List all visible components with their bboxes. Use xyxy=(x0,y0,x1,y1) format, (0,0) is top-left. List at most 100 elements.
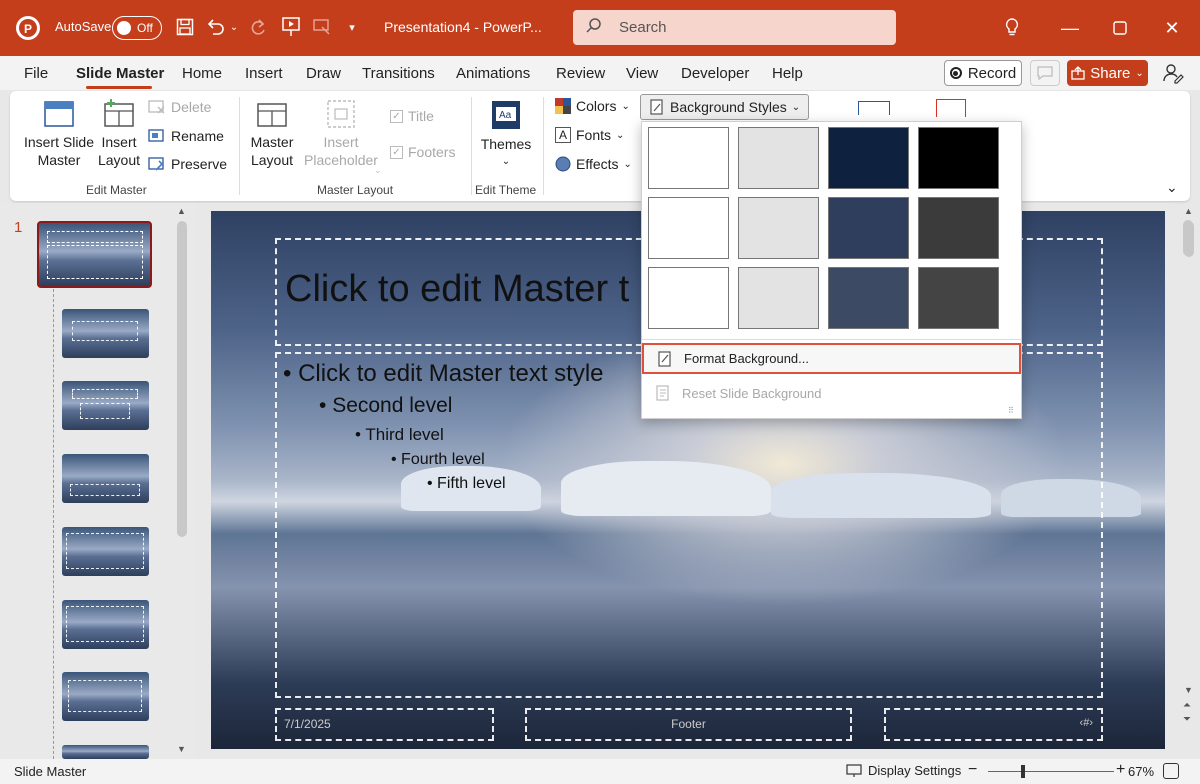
tab-view[interactable]: View xyxy=(626,65,658,82)
scroll-up-icon[interactable]: ▲ xyxy=(1184,206,1193,216)
scroll-down-icon[interactable]: ▼ xyxy=(177,744,186,754)
zoom-level[interactable]: 67% xyxy=(1128,764,1154,779)
bg-style-swatch[interactable] xyxy=(738,127,819,189)
reset-background-label: Reset Slide Background xyxy=(682,385,822,401)
display-settings-button[interactable]: Display Settings xyxy=(846,763,961,778)
colors-button[interactable]: Colors ⌄ xyxy=(555,98,630,114)
master-layout-button[interactable]: Master Layout xyxy=(248,99,296,169)
undo-icon[interactable] xyxy=(204,16,226,38)
bg-style-swatch[interactable] xyxy=(828,267,909,329)
thumbnail-master[interactable] xyxy=(37,221,152,288)
active-tab-underline xyxy=(86,86,152,89)
tab-home[interactable]: Home xyxy=(182,65,222,82)
group-separator xyxy=(239,97,240,195)
date-placeholder[interactable]: 7/1/2025 xyxy=(275,708,494,741)
thumbnail-layout[interactable] xyxy=(62,745,149,759)
close-master-view-icon[interactable] xyxy=(936,99,966,117)
tab-review[interactable]: Review xyxy=(556,65,605,82)
thumbnail-layout[interactable] xyxy=(62,454,149,503)
rename-button[interactable]: Rename xyxy=(148,128,224,144)
minimize-icon[interactable]: — xyxy=(1050,14,1090,42)
tab-help[interactable]: Help xyxy=(772,65,803,82)
bg-style-swatch[interactable] xyxy=(918,127,999,189)
scroll-down-icon[interactable]: ▼ xyxy=(1184,685,1193,695)
redo-icon[interactable] xyxy=(246,16,270,38)
delete-button[interactable]: Delete xyxy=(148,99,211,115)
bg-style-swatch[interactable] xyxy=(828,197,909,259)
thumbnail-layout[interactable] xyxy=(62,527,149,576)
comments-button[interactable] xyxy=(1030,60,1060,86)
maximize-icon[interactable] xyxy=(1100,14,1140,42)
zoom-in-icon[interactable]: + xyxy=(1116,761,1125,779)
bg-style-swatch[interactable] xyxy=(918,267,999,329)
lightbulb-icon[interactable] xyxy=(1000,15,1024,39)
search-box[interactable]: Search xyxy=(573,10,896,45)
insert-placeholder-button[interactable]: Insert Placeholder xyxy=(298,99,384,169)
present-from-beginning-icon[interactable] xyxy=(280,15,302,39)
touch-mode-icon[interactable] xyxy=(310,15,334,39)
footers-checkbox[interactable]: ✓ Footers xyxy=(390,144,455,160)
previous-slide-icon[interactable]: ⏶ xyxy=(1183,700,1191,711)
bg-style-swatch[interactable] xyxy=(918,197,999,259)
insert-layout-button[interactable]: Insert Layout xyxy=(96,99,142,169)
canvas-scrollbar-thumb[interactable] xyxy=(1183,220,1193,256)
text-level-5: • Fifth level xyxy=(427,475,506,492)
zoom-slider-thumb[interactable] xyxy=(1021,765,1025,778)
resize-grip-icon[interactable]: ⠿ xyxy=(1008,406,1014,415)
tab-file[interactable]: File xyxy=(24,65,48,82)
checkmark-icon: ✓ xyxy=(390,145,403,159)
thumbnail-layout[interactable] xyxy=(62,672,149,721)
save-icon[interactable] xyxy=(174,16,196,38)
comment-icon xyxy=(1037,66,1053,80)
bg-style-swatch[interactable] xyxy=(738,267,819,329)
zoom-out-icon[interactable]: − xyxy=(968,761,977,779)
close-icon[interactable]: ✕ xyxy=(1152,14,1192,42)
scroll-up-icon[interactable]: ▲ xyxy=(177,206,186,216)
rename-label: Rename xyxy=(171,128,224,144)
customize-toolbar-icon[interactable]: ▾ xyxy=(344,19,360,35)
page-number-placeholder[interactable]: ‹#› xyxy=(884,708,1103,741)
slide-size-icon[interactable] xyxy=(858,101,890,115)
ribbon-collapse-icon[interactable]: ⌄ xyxy=(1166,179,1178,196)
thumbnail-layout[interactable] xyxy=(62,381,149,430)
reset-background-menu-item[interactable]: Reset Slide Background xyxy=(642,378,1021,408)
themes-button[interactable]: Aa Themes ⌄ xyxy=(480,99,532,171)
thumb-body-placeholder xyxy=(47,245,143,279)
text-level-1: • Click to edit Master text style xyxy=(283,360,604,387)
bg-style-swatch[interactable] xyxy=(738,197,819,259)
tab-transitions[interactable]: Transitions xyxy=(362,65,435,82)
thumbnail-layout[interactable] xyxy=(62,600,149,649)
next-slide-icon[interactable]: ⏷ xyxy=(1183,714,1191,725)
autosave-toggle[interactable]: Off xyxy=(112,16,162,40)
effects-button[interactable]: Effects ⌄ xyxy=(555,156,632,172)
bg-style-swatch[interactable] xyxy=(648,127,729,189)
record-button[interactable]: Record xyxy=(944,60,1022,86)
fit-slide-icon[interactable] xyxy=(1163,763,1179,779)
thumbnail-layout[interactable] xyxy=(62,309,149,358)
undo-dropdown-icon[interactable]: ⌄ xyxy=(228,18,240,36)
tab-slide-master[interactable]: Slide Master xyxy=(76,65,164,82)
search-input[interactable]: Search xyxy=(619,19,667,36)
format-background-label: Format Background... xyxy=(684,351,809,366)
bg-style-swatch[interactable] xyxy=(648,267,729,329)
bg-style-swatch[interactable] xyxy=(648,197,729,259)
tab-animations[interactable]: Animations xyxy=(456,65,530,82)
record-label: Record xyxy=(967,64,1017,82)
title-checkbox[interactable]: ✓ Title xyxy=(390,108,434,124)
ribbon-tabs: File Slide Master Home Insert Draw Trans… xyxy=(0,56,1200,90)
format-background-menu-item[interactable]: Format Background... xyxy=(642,343,1021,374)
background-styles-button[interactable]: Background Styles ⌄ xyxy=(640,94,810,120)
coauthor-icon[interactable] xyxy=(1162,62,1186,84)
title-checkbox-label: Title xyxy=(408,108,434,124)
insert-slide-master-button[interactable]: Insert Slide Master xyxy=(22,99,96,169)
tab-insert[interactable]: Insert xyxy=(245,65,283,82)
tab-developer[interactable]: Developer xyxy=(681,65,749,82)
zoom-slider-track[interactable] xyxy=(988,771,1114,772)
fonts-button[interactable]: A Fonts ⌄ xyxy=(555,127,624,143)
thumbnail-scrollbar-thumb[interactable] xyxy=(177,221,187,537)
tab-draw[interactable]: Draw xyxy=(306,65,341,82)
share-button[interactable]: Share ⌄ xyxy=(1067,60,1148,86)
preserve-button[interactable]: Preserve xyxy=(148,156,227,172)
bg-style-swatch[interactable] xyxy=(828,127,909,189)
footer-placeholder[interactable]: Footer xyxy=(525,708,852,741)
